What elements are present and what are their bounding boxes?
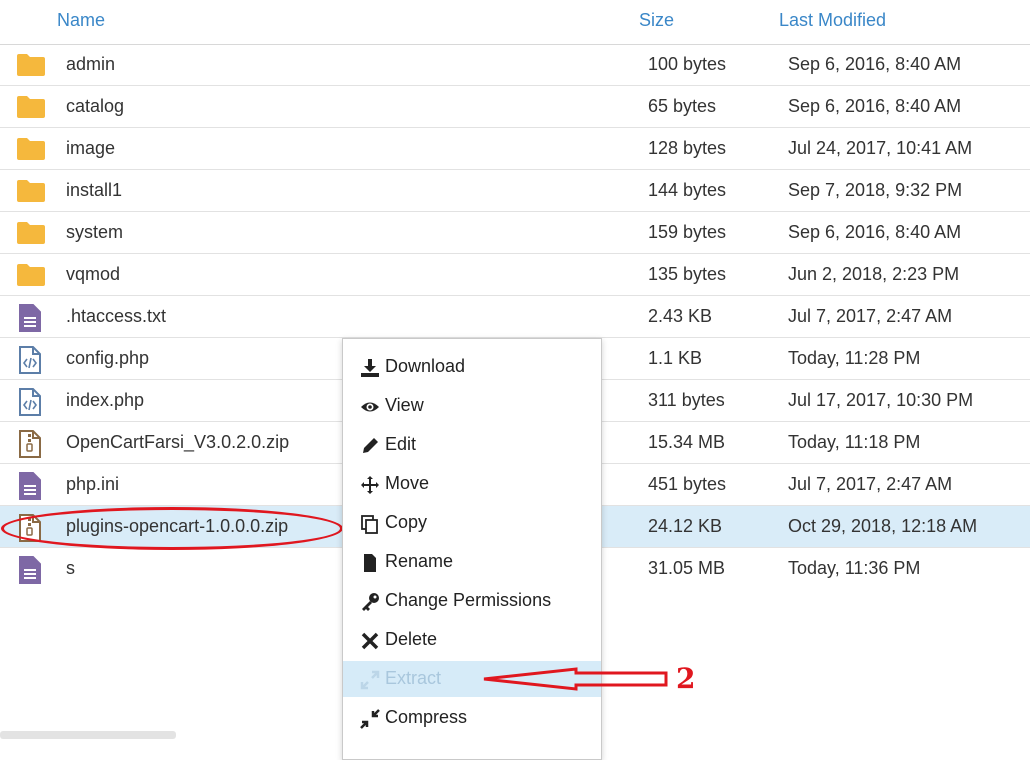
menu-item-label: Rename [385, 551, 454, 571]
menu-item-copy[interactable]: Copy [343, 505, 601, 541]
text-file-icon [16, 472, 46, 500]
menu-item-compress[interactable]: Compress [343, 700, 601, 736]
annotation-step-number: 2 [676, 662, 696, 695]
copy-icon [360, 514, 380, 534]
file-last-modified: Sep 7, 2018, 9:32 PM [788, 180, 963, 200]
menu-item-rename[interactable]: Rename [343, 544, 601, 580]
file-last-modified: Sep 6, 2016, 8:40 AM [788, 222, 962, 242]
code-file-icon [16, 388, 46, 416]
file-row[interactable]: .htaccess.txt 2.43 KB Jul 7, 2017, 2:47 AM [0, 296, 1030, 338]
annotation-highlight-ellipse [1, 507, 343, 550]
file-name[interactable]: php.ini [66, 474, 119, 495]
file-size: 135 bytes [648, 264, 727, 284]
key-icon [360, 592, 380, 612]
folder-icon [16, 220, 46, 246]
folder-icon [16, 94, 46, 120]
file-last-modified: Today, 11:36 PM [788, 558, 921, 578]
file-size: 159 bytes [648, 222, 727, 242]
file-size: 15.34 MB [648, 432, 726, 452]
compress-icon [360, 709, 380, 729]
text-file-icon [16, 556, 46, 584]
pencil-icon [360, 436, 380, 456]
menu-item-label: Copy [385, 512, 428, 532]
file-last-modified: Oct 29, 2018, 12:18 AM [788, 516, 978, 536]
code-file-icon [16, 346, 46, 374]
menu-item-view[interactable]: View [343, 388, 601, 424]
eye-icon [360, 397, 380, 417]
file-name[interactable]: s [66, 558, 75, 579]
annotation-arrow [483, 667, 668, 691]
folder-icon [16, 52, 46, 78]
menu-item-edit[interactable]: Edit [343, 427, 601, 463]
context-menu: Download View Edit Move Copy Rename Change Per… [342, 338, 602, 760]
file-name[interactable]: .htaccess.txt [66, 306, 166, 327]
file-name[interactable]: vqmod [66, 264, 120, 285]
file-name[interactable]: index.php [66, 390, 144, 411]
file-last-modified: Today, 11:28 PM [788, 348, 921, 368]
folder-icon [16, 136, 46, 162]
file-row[interactable]: vqmod 135 bytes Jun 2, 2018, 2:23 PM [0, 254, 1030, 296]
name-column-header[interactable]: Name [57, 10, 105, 31]
file-size: 144 bytes [648, 180, 727, 200]
menu-item-label: Edit [385, 434, 417, 454]
size-column-header[interactable]: Size [639, 10, 674, 31]
menu-item-label: Move [385, 473, 430, 493]
file-size: 65 bytes [648, 96, 717, 116]
file-name[interactable]: install1 [66, 180, 122, 201]
file-size: 128 bytes [648, 138, 727, 158]
menu-item-download[interactable]: Download [343, 349, 601, 385]
zip-file-icon [16, 430, 46, 458]
menu-item-label: Compress [385, 707, 468, 727]
file-last-modified: Jul 17, 2017, 10:30 PM [788, 390, 974, 410]
text-file-icon [16, 304, 46, 332]
last-modified-column-header[interactable]: Last Modified [779, 10, 886, 31]
folder-icon [16, 262, 46, 288]
file-row[interactable]: install1 144 bytes Sep 7, 2018, 9:32 PM [0, 170, 1030, 212]
file-name[interactable]: OpenCartFarsi_V3.0.2.0.zip [66, 432, 289, 453]
file-last-modified: Jun 2, 2018, 2:23 PM [788, 264, 960, 284]
file-name[interactable]: config.php [66, 348, 149, 369]
file-name[interactable]: admin [66, 54, 115, 75]
file-icon [360, 553, 380, 573]
horizontal-scrollbar[interactable] [0, 731, 176, 739]
file-size: 1.1 KB [648, 348, 703, 368]
menu-item-label: Change Permissions [385, 590, 552, 610]
expand-icon [360, 670, 380, 690]
file-row[interactable]: system 159 bytes Sep 6, 2016, 8:40 AM [0, 212, 1030, 254]
file-last-modified: Jul 24, 2017, 10:41 AM [788, 138, 973, 158]
file-name[interactable]: image [66, 138, 115, 159]
move-arrows-icon [360, 475, 380, 495]
menu-item-change-permissions[interactable]: Change Permissions [343, 583, 601, 619]
download-icon [360, 358, 380, 378]
file-name[interactable]: system [66, 222, 123, 243]
file-last-modified: Sep 6, 2016, 8:40 AM [788, 96, 962, 116]
menu-item-delete[interactable]: Delete [343, 622, 601, 658]
menu-item-label: Extract [385, 668, 442, 688]
file-size: 451 bytes [648, 474, 727, 494]
x-icon [360, 631, 380, 651]
menu-item-label: Download [385, 356, 466, 376]
file-row[interactable]: catalog 65 bytes Sep 6, 2016, 8:40 AM [0, 86, 1030, 128]
file-last-modified: Jul 7, 2017, 2:47 AM [788, 474, 953, 494]
folder-icon [16, 178, 46, 204]
file-last-modified: Today, 11:18 PM [788, 432, 921, 452]
menu-item-label: View [385, 395, 424, 415]
file-size: 100 bytes [648, 54, 727, 74]
file-last-modified: Sep 6, 2016, 8:40 AM [788, 54, 962, 74]
file-size: 31.05 MB [648, 558, 726, 578]
file-name[interactable]: catalog [66, 96, 124, 117]
file-list-header: Name Size Last Modified [0, 0, 1030, 45]
file-size: 2.43 KB [648, 306, 713, 326]
menu-item-label: Delete [385, 629, 438, 649]
menu-item-move[interactable]: Move [343, 466, 601, 502]
file-size: 311 bytes [648, 390, 725, 410]
file-row[interactable]: image 128 bytes Jul 24, 2017, 10:41 AM [0, 128, 1030, 170]
file-last-modified: Jul 7, 2017, 2:47 AM [788, 306, 953, 326]
file-size: 24.12 KB [648, 516, 723, 536]
file-row[interactable]: admin 100 bytes Sep 6, 2016, 8:40 AM [0, 44, 1030, 86]
